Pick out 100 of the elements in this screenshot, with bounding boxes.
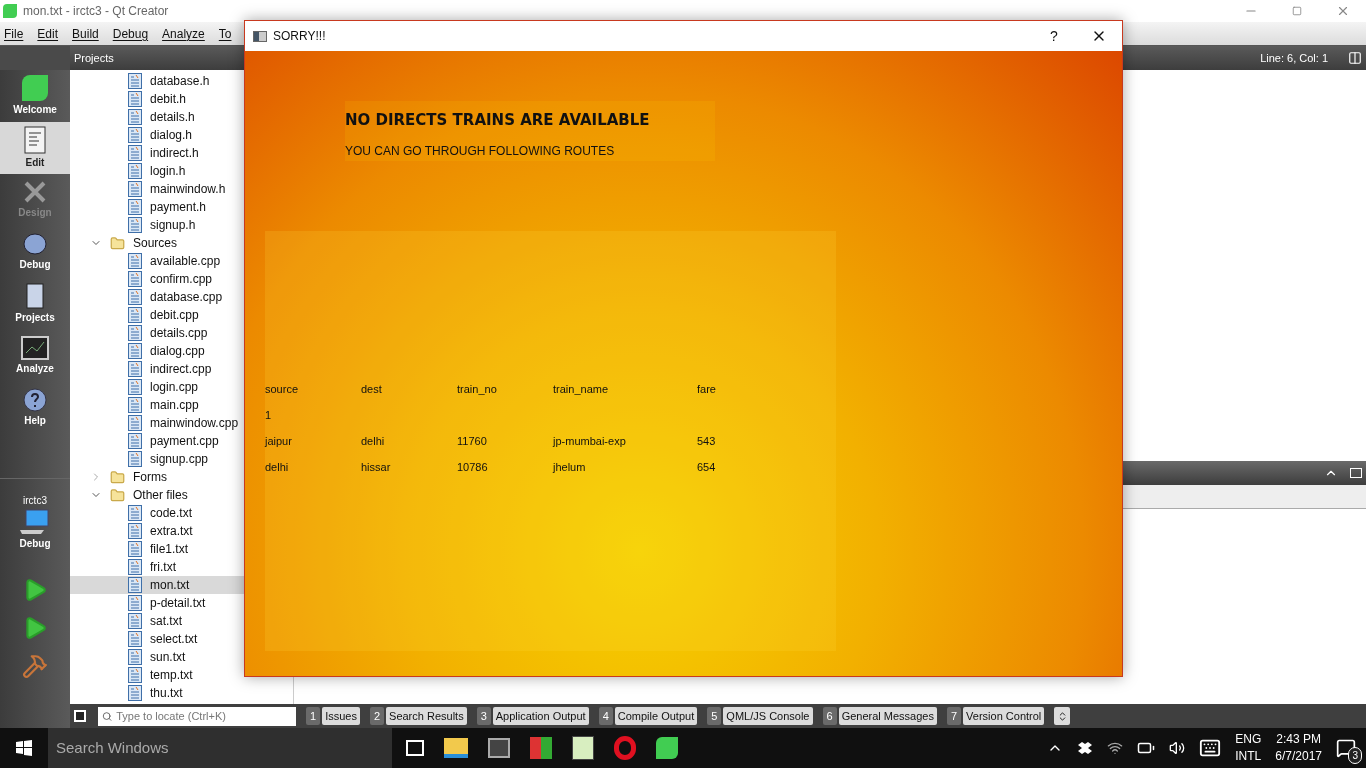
tree-item[interactable]: database.h: [70, 72, 293, 90]
file-icon: [128, 217, 142, 233]
file-icon: [128, 541, 142, 557]
column-header: source: [265, 382, 300, 397]
tree-item[interactable]: available.cpp: [70, 252, 293, 270]
tree-item[interactable]: dialog.h: [70, 126, 293, 144]
tree-item[interactable]: debit.h: [70, 90, 293, 108]
volume-icon[interactable]: [1169, 740, 1186, 756]
keyboard-icon[interactable]: [1199, 737, 1222, 759]
tree-item[interactable]: temp.txt: [70, 666, 293, 684]
mode-button[interactable]: Projects: [0, 278, 70, 330]
oscilloscope-icon: [21, 336, 49, 360]
help-button[interactable]: ?: [1032, 21, 1076, 51]
tree-item[interactable]: sat.txt: [70, 612, 293, 630]
qt-logo-icon[interactable]: [656, 737, 678, 759]
tree-item[interactable]: select.txt: [70, 630, 293, 648]
file-icon: [128, 307, 142, 323]
design-tools-icon: [23, 180, 47, 204]
tree-item[interactable]: sun.txt: [70, 648, 293, 666]
mode-button[interactable]: Debug: [0, 226, 70, 278]
folder-icon: [110, 469, 125, 485]
tree-item[interactable]: p-detail.txt: [70, 594, 293, 612]
file-icon: [128, 595, 142, 611]
tree-item[interactable]: mainwindow.h: [70, 180, 293, 198]
tree-item[interactable]: debit.cpp: [70, 306, 293, 324]
tree-item[interactable]: confirm.cpp: [70, 270, 293, 288]
mode-button[interactable]: Edit: [0, 122, 70, 174]
tree-item[interactable]: signup.h: [70, 216, 293, 234]
box-icon[interactable]: [1077, 741, 1094, 755]
folder-icon: [110, 487, 125, 503]
table-cell-text: 543: [697, 434, 717, 449]
close-icon: [1336, 4, 1350, 18]
tree-item[interactable]: database.cpp: [70, 288, 293, 306]
clock-time[interactable]: 2:43 PM: [1276, 731, 1321, 748]
tree-item[interactable]: code.txt: [70, 504, 293, 522]
kit-selector[interactable]: Debug: [18, 508, 52, 551]
notifications-icon[interactable]: [1336, 738, 1356, 758]
tree-item[interactable]: indirect.cpp: [70, 360, 293, 378]
subheading: YOU CAN GO THROUGH FOLLOWING ROUTES: [345, 142, 616, 160]
file-icon: [128, 325, 142, 341]
menu-item[interactable]: To: [218, 24, 232, 43]
tree-item[interactable]: extra.txt: [70, 522, 293, 540]
file-icon: [128, 361, 142, 377]
opera-icon[interactable]: [614, 736, 636, 760]
app-icon[interactable]: [488, 738, 510, 758]
tree-item[interactable]: indirect.h: [70, 144, 293, 162]
table-cell-text: 10786: [457, 460, 489, 475]
tree-folder[interactable]: Sources: [70, 234, 293, 252]
menu-item[interactable]: Analyze: [162, 24, 205, 43]
mode-button[interactable]: Analyze: [0, 330, 70, 382]
locator-input[interactable]: Type to locate (Ctrl+K): [116, 707, 292, 725]
taskbar-search-field[interactable]: Search Windows: [48, 728, 392, 768]
cursor-position: Line: 6, Col: 1: [1260, 50, 1328, 66]
menu-item[interactable]: File: [4, 24, 24, 43]
folder-icon: [110, 235, 125, 251]
locator-field[interactable]: Type to locate (Ctrl+K): [98, 706, 296, 726]
panel-menu-icon[interactable]: [1350, 468, 1362, 478]
notepad-icon[interactable]: [572, 736, 594, 760]
build-button[interactable]: [22, 653, 48, 679]
file-icon: [128, 613, 142, 629]
tree-item[interactable]: file1.txt: [70, 540, 293, 558]
search-icon: [102, 710, 113, 722]
sidebar-toggle-icon[interactable]: [74, 710, 86, 722]
menu-item[interactable]: Debug: [112, 24, 149, 43]
file-icon: [128, 253, 142, 269]
keyboard-layout[interactable]: INTL: [1235, 748, 1262, 765]
file-icon: [128, 73, 142, 89]
task-view-icon[interactable]: [406, 740, 424, 756]
tree-item[interactable]: dialog.cpp: [70, 342, 293, 360]
file-icon: [128, 685, 142, 701]
qt-logo-icon: [22, 75, 48, 101]
computer-icon: [18, 508, 52, 536]
tree-item[interactable]: thu.txt: [70, 684, 293, 702]
kit-project: irctc3: [23, 494, 47, 508]
menu-item[interactable]: Build: [72, 24, 99, 43]
language[interactable]: ENG: [1235, 731, 1262, 748]
column-header: fare: [697, 382, 717, 397]
tree-item[interactable]: payment.h: [70, 198, 293, 216]
dialog-title: SORRY!!!: [273, 28, 326, 45]
file-icon: [128, 289, 142, 305]
file-icon: [128, 379, 142, 395]
wifi-icon[interactable]: [1107, 740, 1124, 756]
window-icon: [253, 30, 267, 42]
column-header: train_no: [457, 382, 498, 397]
tree-item[interactable]: fri.txt: [70, 558, 293, 576]
menu-item[interactable]: Edit: [37, 24, 59, 43]
projects-title: Projects: [74, 50, 114, 66]
file-icon: [128, 577, 142, 593]
heading: NO DIRECTS TRAINS ARE AVAILABLE: [345, 110, 651, 131]
tree-item[interactable]: login.h: [70, 162, 293, 180]
mode-button[interactable]: Help: [0, 382, 70, 434]
table-cell-text: 654: [697, 460, 717, 475]
split-icon[interactable]: [1348, 51, 1362, 65]
tree-item[interactable]: details.cpp: [70, 324, 293, 342]
tree-item[interactable]: details.h: [70, 108, 293, 126]
mode-button[interactable]: Welcome: [0, 70, 70, 122]
table-cell-text: jaipur: [265, 434, 293, 449]
more-tabs-button[interactable]: [1054, 707, 1071, 725]
tree-folder[interactable]: Other files: [70, 486, 293, 504]
clock-date[interactable]: 6/7/2017: [1275, 748, 1322, 765]
